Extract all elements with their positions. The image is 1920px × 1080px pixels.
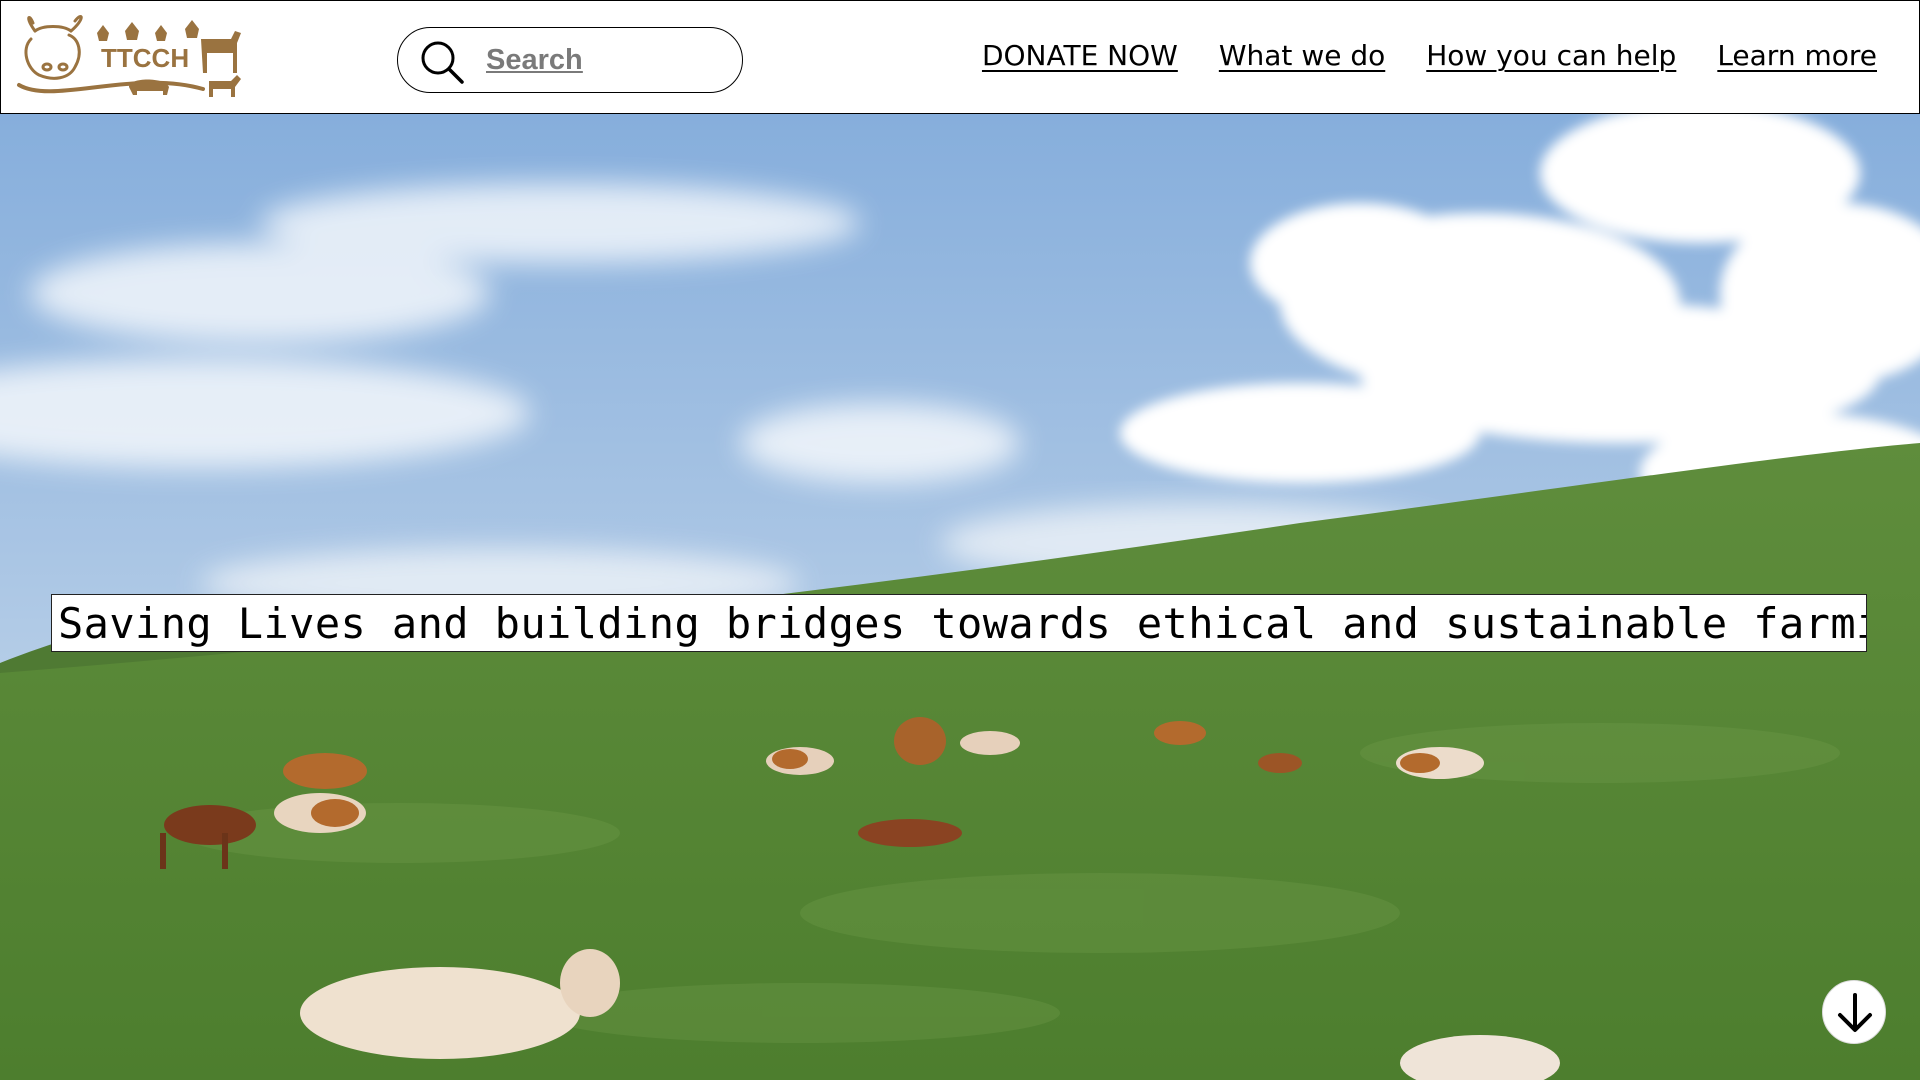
scroll-down-button[interactable]	[1822, 980, 1886, 1044]
main-nav: DONATE NOW What we do How you can help L…	[982, 39, 1877, 72]
nav-how-you-can-help[interactable]: How you can help	[1426, 39, 1676, 72]
logo-text: TTCCH	[101, 43, 189, 73]
hero-tagline: Saving Lives and building bridges toward…	[51, 594, 1867, 652]
arrow-down-icon	[1838, 993, 1872, 1032]
logo-graphic: TTCCH	[17, 15, 241, 97]
page: TTCCH DONATE NOW What we do How you can …	[0, 0, 1920, 1080]
logo[interactable]: TTCCH	[13, 9, 245, 101]
search-icon[interactable]	[418, 38, 466, 86]
search-box[interactable]	[397, 27, 743, 93]
nav-learn-more[interactable]: Learn more	[1717, 39, 1877, 72]
hero: Saving Lives and building bridges toward…	[0, 113, 1920, 1080]
search-input[interactable]	[486, 40, 726, 80]
nav-what-we-do[interactable]: What we do	[1219, 39, 1385, 72]
nav-donate-now[interactable]: DONATE NOW	[982, 39, 1178, 72]
site-header: TTCCH DONATE NOW What we do How you can …	[0, 0, 1920, 114]
